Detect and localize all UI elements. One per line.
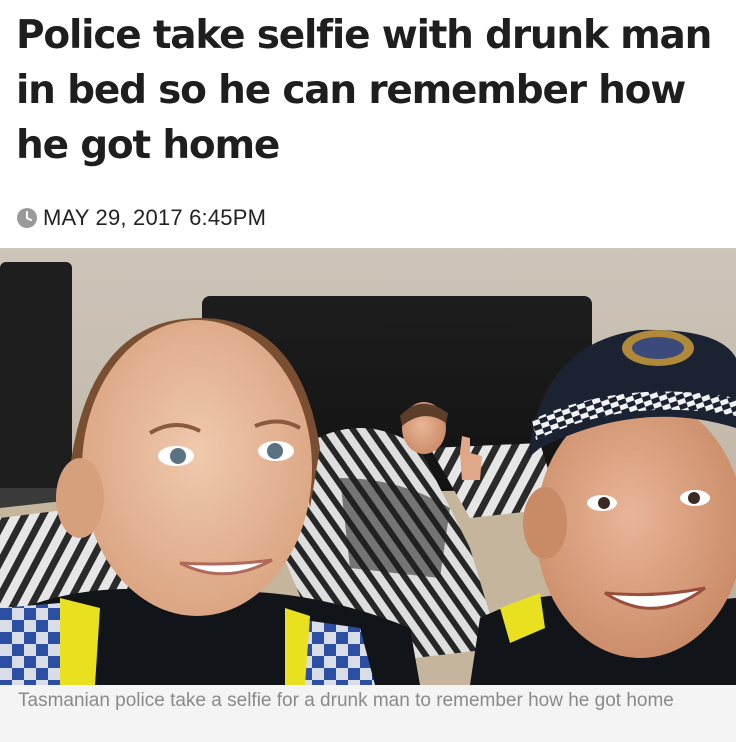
photo-caption: Tasmanian police take a selfie for a dru… [18,690,674,711]
article-headline: Police take selfie with drunk man in bed… [16,13,712,168]
clock-icon [16,207,38,229]
article-photo[interactable] [0,248,736,685]
article-meta: MAY 29, 2017 6:45PM [16,203,266,233]
photo-caption-bar: Tasmanian police take a selfie for a dru… [0,685,736,742]
publish-date: MAY 29, 2017 6:45PM [43,205,267,230]
